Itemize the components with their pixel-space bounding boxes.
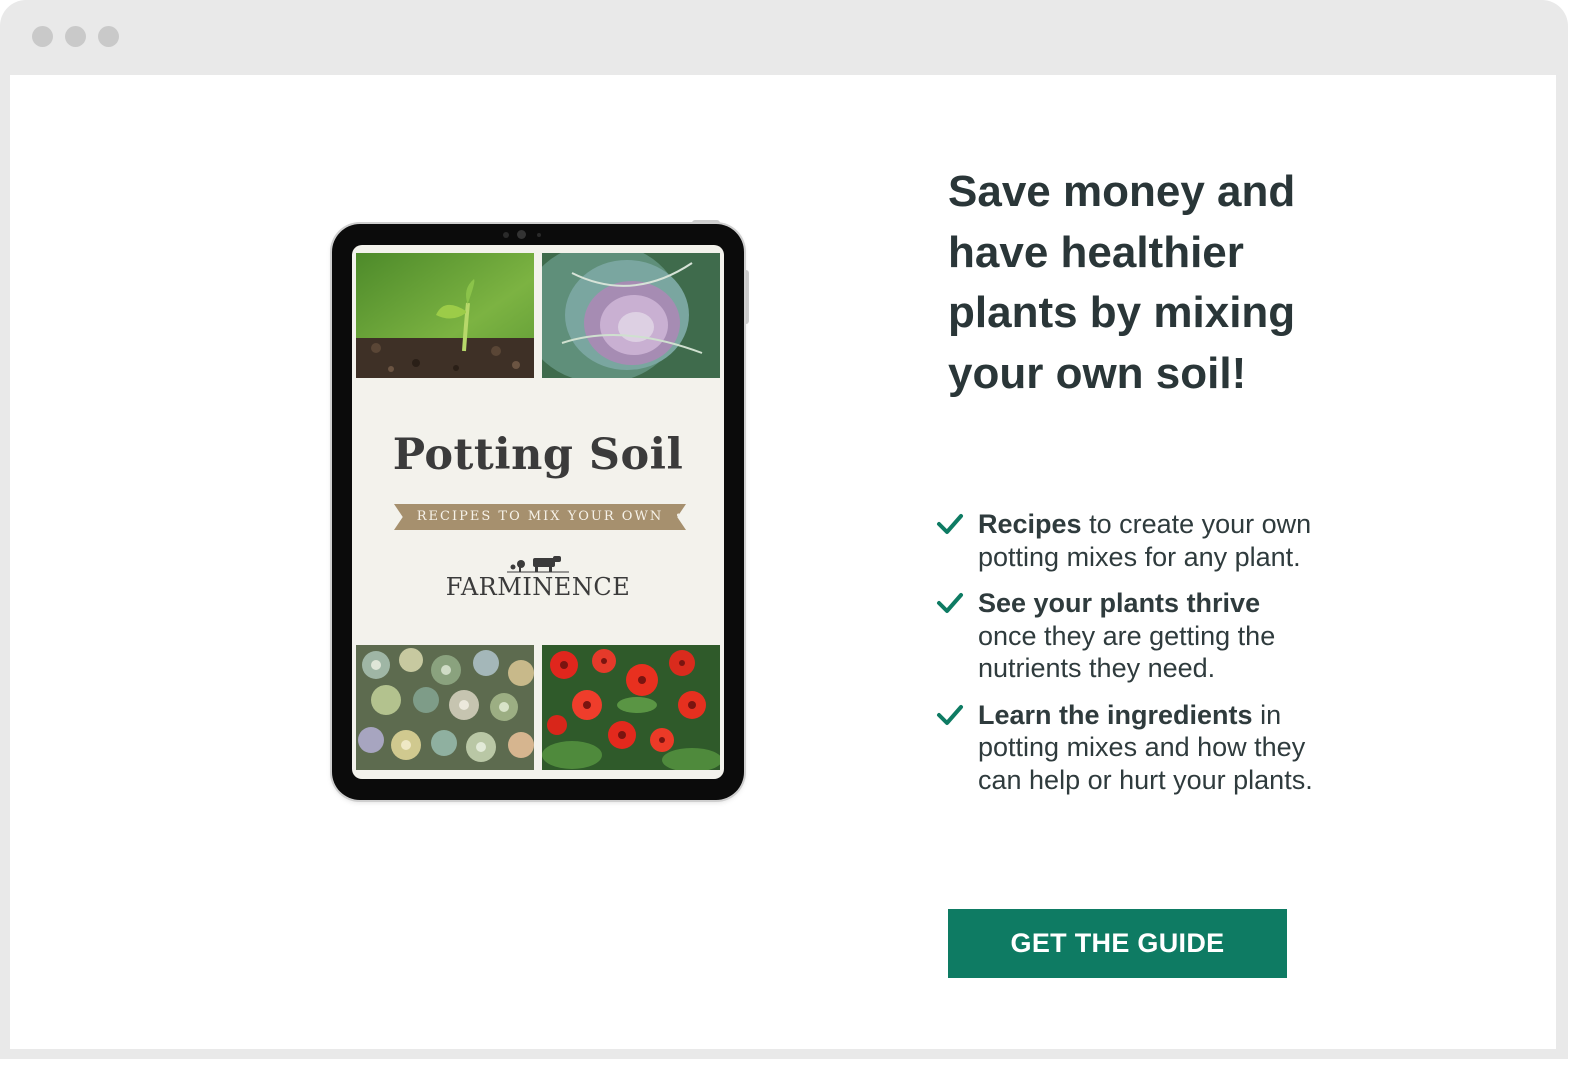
red-flowers-photo <box>542 645 720 770</box>
get-the-guide-button[interactable]: GET THE GUIDE <box>948 909 1287 978</box>
ebook-tablet-mockup: Potting Soil • RECIPES TO MIX YOUR OWN •… <box>332 224 744 800</box>
benefits-list: Recipes to create your own potting mixes… <box>936 508 1316 810</box>
ebook-title: Potting Soil <box>392 430 684 480</box>
tablet-sensor <box>537 233 541 237</box>
window-minimize-dot[interactable] <box>65 26 86 47</box>
tablet-sensor <box>503 232 509 238</box>
benefit-strong: Recipes <box>978 509 1082 539</box>
succulents-photo <box>356 645 534 770</box>
benefit-text: once they are getting the nutrients they… <box>978 620 1276 684</box>
window-close-dot[interactable] <box>32 26 53 47</box>
check-icon <box>937 593 963 613</box>
window-maximize-dot[interactable] <box>98 26 119 47</box>
check-icon <box>937 514 963 534</box>
page-viewport: Potting Soil • RECIPES TO MIX YOUR OWN •… <box>10 75 1556 1049</box>
ebook-cover: Potting Soil • RECIPES TO MIX YOUR OWN •… <box>352 245 724 779</box>
ebook-brand: FARMINENCE <box>445 573 631 601</box>
headline: Save money and have healthier plants by … <box>948 167 1296 398</box>
benefit-item: See your plants thrive once they are get… <box>936 587 1316 685</box>
benefit-strong: Learn the ingredients <box>978 699 1253 730</box>
farm-logo-icon <box>507 556 569 573</box>
benefit-item: Learn the ingredients in potting mixes a… <box>936 699 1316 797</box>
tablet-camera <box>517 230 526 239</box>
cabbage-photo <box>542 253 720 378</box>
benefit-strong: See your plants thrive <box>978 588 1261 618</box>
check-icon <box>937 704 963 725</box>
tablet-side-button <box>745 270 749 324</box>
ebook-subtitle-ribbon: • RECIPES TO MIX YOUR OWN • <box>394 504 686 530</box>
ebook-subtitle: RECIPES TO MIX YOUR OWN <box>416 509 664 524</box>
benefit-item: Recipes to create your own potting mixes… <box>936 508 1316 573</box>
seedling-photo <box>356 253 534 378</box>
